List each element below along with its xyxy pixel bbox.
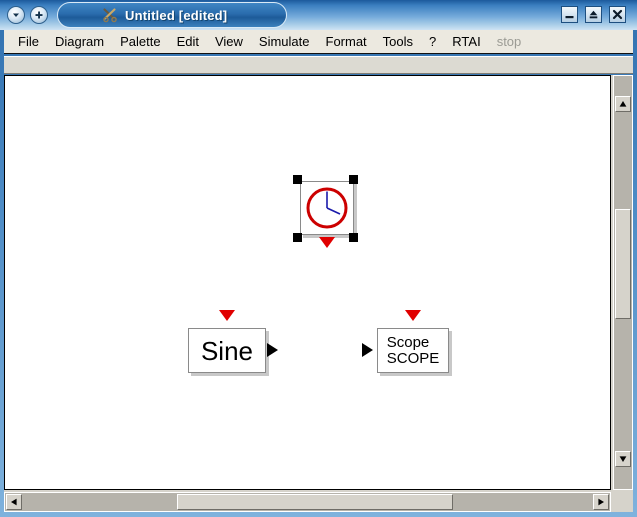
toolbar	[4, 56, 633, 74]
sine-block-label: Sine	[201, 338, 253, 364]
scrollbar-corner	[613, 492, 633, 512]
scope-input-port[interactable]	[362, 343, 373, 357]
selection-handle-top-left[interactable]	[293, 175, 302, 184]
minimize-button[interactable]	[561, 6, 578, 23]
vertical-scroll-thumb[interactable]	[615, 209, 631, 319]
menu-item-help[interactable]: ?	[421, 32, 444, 51]
scroll-right-button[interactable]	[593, 494, 609, 510]
menu-item-tools[interactable]: Tools	[375, 32, 421, 51]
scroll-up-button[interactable]	[615, 96, 631, 112]
selection-handle-top-right[interactable]	[349, 175, 358, 184]
window-menu-button[interactable]	[7, 6, 25, 24]
menu-item-palette[interactable]: Palette	[112, 32, 168, 51]
horizontal-scrollbar[interactable]	[4, 492, 611, 512]
maximize-button[interactable]	[585, 6, 602, 23]
arrow-right-icon	[597, 498, 605, 506]
menu-item-format[interactable]: Format	[318, 32, 375, 51]
clock-output-port[interactable]	[319, 237, 335, 248]
arrow-left-icon	[10, 498, 18, 506]
sine-output-port[interactable]	[267, 343, 278, 357]
clock-block[interactable]	[300, 181, 354, 235]
scope-clock-port[interactable]	[405, 310, 421, 321]
vertical-scrollbar[interactable]	[613, 75, 633, 490]
menu-bar: File Diagram Palette Edit View Simulate …	[4, 30, 633, 54]
arrow-down-icon	[619, 455, 627, 463]
arrow-up-icon	[619, 100, 627, 108]
close-button[interactable]	[609, 6, 626, 23]
scroll-left-button[interactable]	[6, 494, 22, 510]
scissors-icon	[102, 7, 118, 23]
menu-item-rtai[interactable]: RTAI	[444, 32, 488, 51]
menu-item-diagram[interactable]: Diagram	[47, 32, 112, 51]
client-area: Sine Scope SCOPE	[4, 75, 633, 512]
menu-item-file[interactable]: File	[10, 32, 47, 51]
sine-input-port[interactable]	[219, 310, 235, 321]
horizontal-scroll-thumb[interactable]	[177, 494, 453, 510]
scope-block-label: Scope SCOPE	[387, 335, 440, 367]
scroll-down-button[interactable]	[615, 451, 631, 467]
chevron-down-icon	[11, 10, 21, 20]
sine-block[interactable]: Sine	[188, 328, 266, 373]
window-shade-button[interactable]	[30, 6, 48, 24]
menu-item-view[interactable]: View	[207, 32, 251, 51]
window-title-tab[interactable]: Untitled [edited]	[57, 2, 287, 28]
menu-item-stop: stop	[489, 32, 530, 51]
diagram-canvas[interactable]: Sine Scope SCOPE	[4, 75, 611, 490]
title-bar: Untitled [edited]	[0, 0, 637, 30]
application-window: Untitled [edited] File Diagram Palette E…	[0, 0, 637, 517]
selection-handle-bottom-left[interactable]	[293, 233, 302, 242]
scope-block[interactable]: Scope SCOPE	[377, 328, 449, 373]
window-title-text: Untitled [edited]	[125, 8, 227, 23]
close-icon	[612, 9, 623, 20]
clock-icon	[305, 186, 349, 230]
menu-item-simulate[interactable]: Simulate	[251, 32, 318, 51]
selection-handle-bottom-right[interactable]	[349, 233, 358, 242]
menu-item-edit[interactable]: Edit	[169, 32, 207, 51]
minimize-icon	[564, 9, 575, 20]
maximize-icon	[588, 9, 599, 20]
plus-icon	[34, 10, 44, 20]
